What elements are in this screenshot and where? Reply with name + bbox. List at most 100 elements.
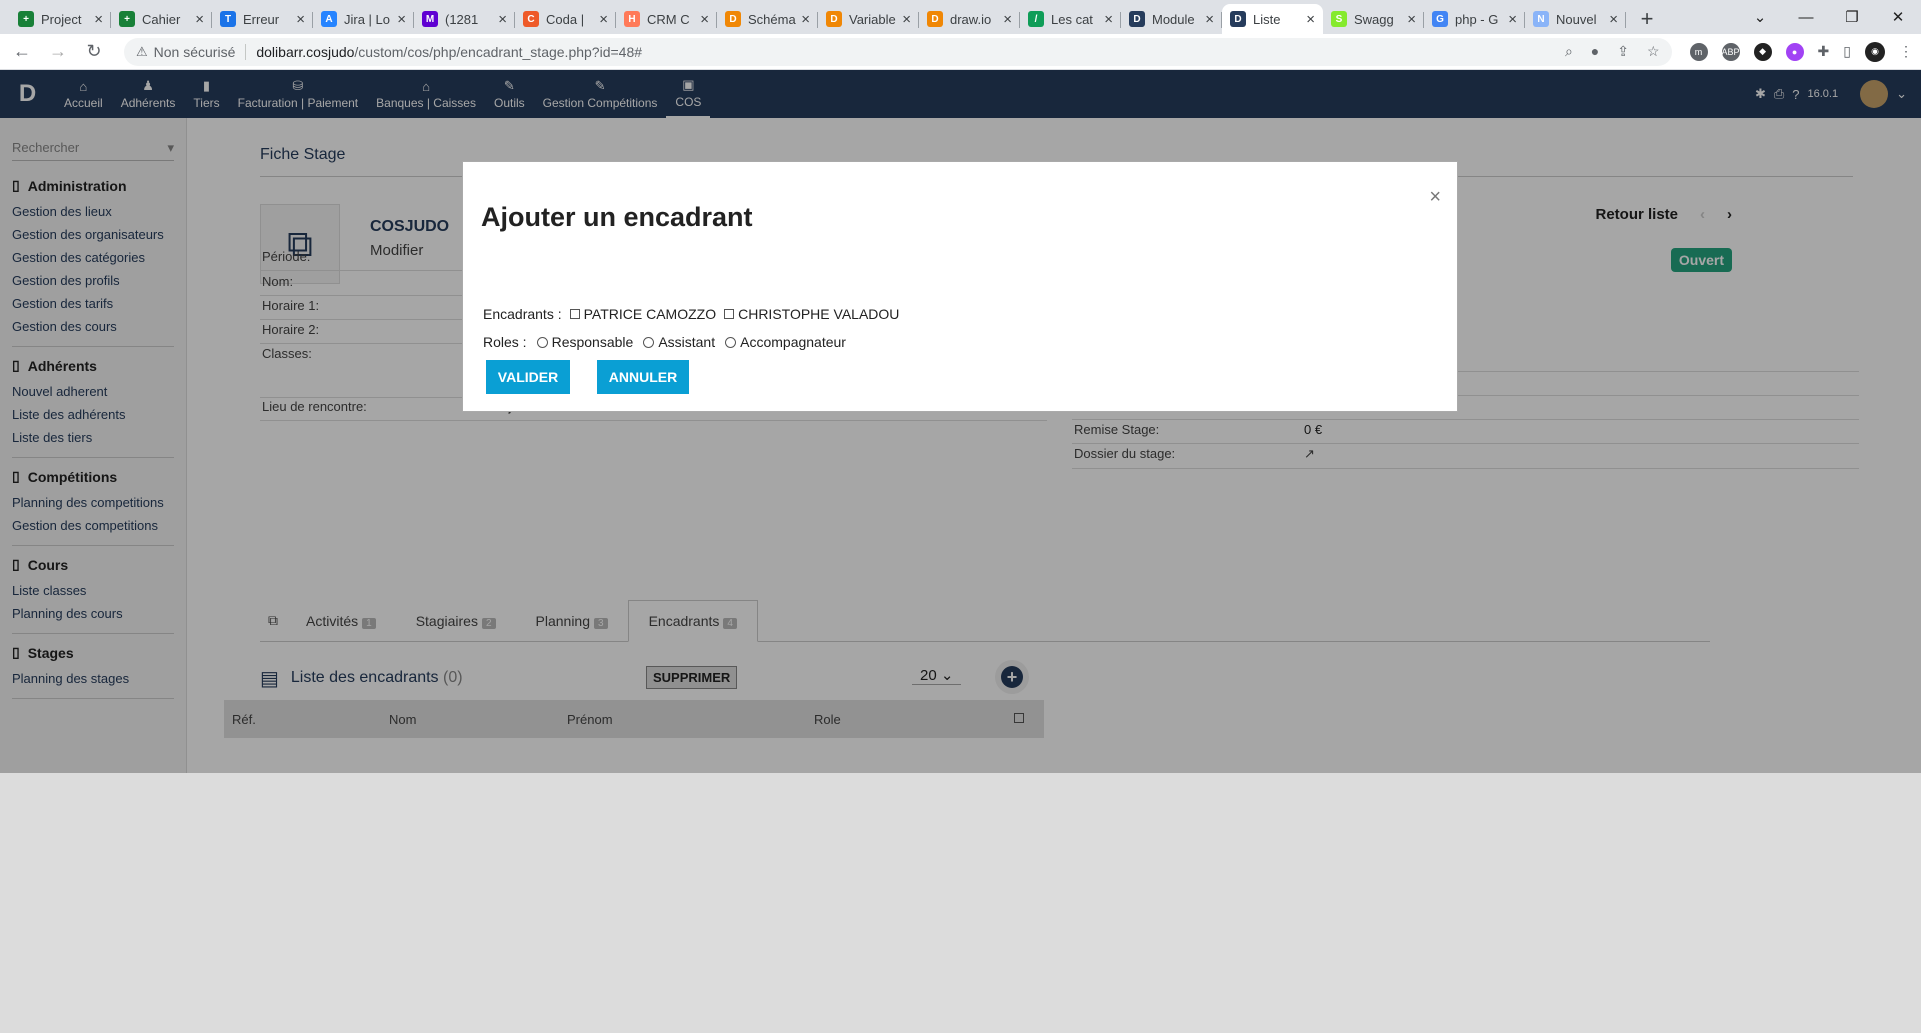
tab-title: Swagg	[1354, 11, 1394, 27]
add-encadrant-dialog: Ajouter un encadrant × Encadrants : PATR…	[462, 161, 1458, 412]
tab-title: Nouvel	[1556, 11, 1597, 27]
browser-tab[interactable]: + Project ×	[10, 4, 111, 34]
address-bar: ← → ↻ ⚠ Non sécurisé dolibarr.cosjudo/cu…	[0, 34, 1921, 70]
url-bar[interactable]: ⚠ Non sécurisé dolibarr.cosjudo/custom/c…	[124, 37, 1672, 66]
close-tab-icon[interactable]: ×	[700, 11, 709, 28]
close-tab-icon[interactable]: ×	[498, 11, 507, 28]
browser-tab[interactable]: H CRM C ×	[616, 4, 717, 34]
favicon-icon: C	[523, 11, 539, 27]
browser-tab[interactable]: T Erreur ×	[212, 4, 313, 34]
role-label: Assistant	[658, 334, 716, 350]
role-radio[interactable]	[536, 336, 548, 348]
new-tab-button[interactable]: +	[1632, 4, 1662, 34]
browser-tabbar: + Project × + Cahier × T Erreur × A Jira | Lo × M (12…	[0, 0, 1921, 34]
forward-button[interactable]: →	[44, 38, 72, 66]
encadrant-label: CHRISTOPHE VALADOU	[738, 306, 900, 322]
profile-icon[interactable]: ◉	[1865, 41, 1885, 62]
encadrant-checkbox[interactable]	[724, 309, 735, 319]
role-label: Accompagnateur	[740, 334, 846, 350]
close-tab-icon[interactable]: ×	[1609, 11, 1618, 28]
tab-title: Project	[41, 11, 82, 27]
close-tab-icon[interactable]: ×	[1407, 11, 1416, 28]
role-radio[interactable]	[725, 336, 737, 348]
browser-tab[interactable]: D Module ×	[1121, 4, 1222, 34]
role-radio[interactable]	[643, 336, 655, 348]
reload-button[interactable]: ↻	[80, 38, 108, 66]
url-text: dolibarr.cosjudo/custom/cos/php/encadran…	[256, 43, 643, 60]
extension-icon[interactable]: ●	[1785, 42, 1804, 61]
sidepanel-icon[interactable]: ▯	[1843, 43, 1851, 60]
bookmark-star-icon[interactable]: ☆	[1647, 43, 1660, 60]
browser-tab[interactable]: D Schéma ×	[717, 4, 818, 34]
favicon-icon: D	[927, 11, 943, 27]
encadrants-row: Encadrants : PATRICE CAMOZZO CHRISTOPHE …	[483, 306, 900, 322]
close-tab-icon[interactable]: ×	[94, 11, 103, 28]
tab-title: Liste	[1253, 11, 1281, 27]
extension-icon[interactable]: ◆	[1753, 42, 1772, 61]
tab-title: Variable	[849, 11, 896, 27]
restore-button[interactable]: ❐	[1829, 0, 1875, 34]
close-tab-icon[interactable]: ×	[1508, 11, 1517, 28]
share-icon[interactable]: ⇪	[1617, 43, 1629, 60]
close-tab-icon[interactable]: ×	[296, 11, 305, 28]
close-tab-icon[interactable]: ×	[599, 11, 608, 28]
tab-search-icon[interactable]: ⌄	[1737, 0, 1783, 34]
browser-tab[interactable]: N Nouvel ×	[1525, 4, 1626, 34]
roles-row: Roles : Responsable Assistant Accompagna…	[483, 334, 846, 350]
close-tab-icon[interactable]: ×	[397, 11, 406, 28]
favicon-icon: H	[624, 11, 640, 27]
close-tab-icon[interactable]: ×	[1003, 11, 1012, 28]
favicon-icon: T	[220, 11, 236, 27]
favicon-icon: A	[321, 11, 337, 27]
favicon-icon: +	[119, 11, 135, 27]
tab-title: Coda |	[546, 11, 585, 27]
browser-tab[interactable]: D Liste ×	[1222, 4, 1323, 34]
tab-title: Module	[1152, 11, 1195, 27]
browser-tab[interactable]: / Les cat ×	[1020, 4, 1121, 34]
browser-tab[interactable]: Gphp - G ×	[1424, 4, 1525, 34]
tab-title: Les cat	[1051, 11, 1093, 27]
browser-tab[interactable]: M (1281 ×	[414, 4, 515, 34]
encadrant-label: PATRICE CAMOZZO	[583, 306, 717, 322]
encadrant-checkbox[interactable]	[569, 309, 580, 319]
favicon-icon: D	[826, 11, 842, 27]
browser-tab[interactable]: + Cahier ×	[111, 4, 212, 34]
zoom-icon[interactable]: ⌕	[1565, 43, 1573, 60]
close-tab-icon[interactable]: ×	[801, 11, 810, 28]
tab-title: CRM C	[647, 11, 690, 27]
tab-title: (1281	[445, 11, 479, 27]
tab-title: Erreur	[243, 11, 280, 27]
puzzle-icon[interactable]: ✚	[1818, 43, 1830, 60]
chrome-menu-icon[interactable]: ⋮	[1899, 43, 1913, 60]
favicon-icon: +	[18, 11, 34, 27]
close-tab-icon[interactable]: ×	[195, 11, 204, 28]
browser-tab[interactable]: Ddraw.io ×	[919, 4, 1020, 34]
location-icon[interactable]: ●	[1591, 43, 1599, 60]
tab-title: Schéma	[748, 11, 796, 27]
window-controls: ⌄ — ❐ ✕	[1737, 0, 1921, 34]
warning-icon: ⚠	[136, 43, 148, 59]
close-tab-icon[interactable]: ×	[1306, 11, 1315, 28]
security-label: Non sécurisé	[153, 43, 236, 60]
extension-icon[interactable]: m	[1689, 42, 1708, 61]
close-tab-icon[interactable]: ×	[902, 11, 911, 28]
browser-tab[interactable]: D Variable ×	[818, 4, 919, 34]
browser-tab[interactable]: S Swagg ×	[1323, 4, 1424, 34]
close-tab-icon[interactable]: ×	[1205, 11, 1214, 28]
close-window-button[interactable]: ✕	[1875, 0, 1921, 34]
adblock-icon[interactable]: ABP	[1721, 42, 1740, 61]
browser-tab[interactable]: A Jira | Lo ×	[313, 4, 414, 34]
tab-title: draw.io	[950, 11, 992, 27]
minimize-button[interactable]: —	[1783, 0, 1829, 34]
close-icon[interactable]: ×	[1429, 186, 1441, 209]
favicon-icon: S	[1331, 11, 1347, 27]
browser-tab[interactable]: C Coda | ×	[515, 4, 616, 34]
close-tab-icon[interactable]: ×	[1104, 11, 1113, 28]
favicon-icon: G	[1432, 11, 1448, 27]
back-button[interactable]: ←	[8, 38, 36, 66]
tab-title: Cahier	[142, 11, 181, 27]
valider-button[interactable]: VALIDER	[486, 360, 570, 394]
favicon-icon: D	[1129, 11, 1145, 27]
tab-title: php - G	[1455, 11, 1499, 27]
annuler-button[interactable]: ANNULER	[597, 360, 689, 394]
